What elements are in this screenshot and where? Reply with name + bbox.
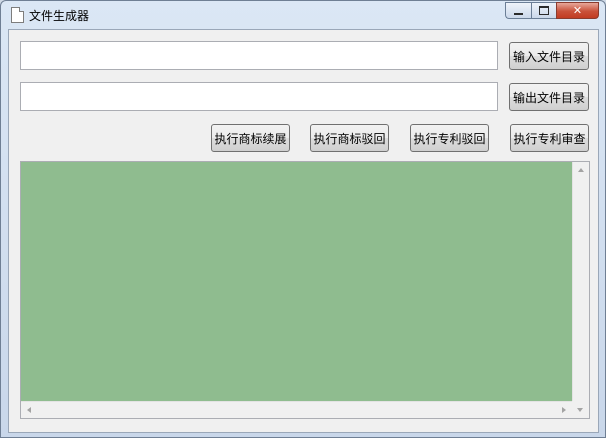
scroll-left-icon[interactable] [27, 407, 31, 413]
output-text-area[interactable] [20, 161, 590, 419]
document-icon [11, 7, 24, 23]
horizontal-scrollbar[interactable] [21, 401, 572, 418]
input-dir-field[interactable] [20, 41, 498, 70]
patent-review-button[interactable]: 执行专利审查 [510, 124, 589, 152]
scroll-right-icon[interactable] [562, 407, 566, 413]
close-button[interactable]: ✕ [556, 2, 599, 19]
app-window: 文件生成器 ✕ 输入文件目录 输出文件目录 执行商标续展 执行商标驳回 执行专利… [0, 0, 606, 438]
trademark-renewal-button[interactable]: 执行商标续展 [211, 124, 290, 152]
scroll-up-icon[interactable] [578, 168, 584, 172]
scrollbar-corner [572, 401, 589, 418]
trademark-rejection-button[interactable]: 执行商标驳回 [310, 124, 389, 152]
close-icon: ✕ [572, 4, 583, 17]
maximize-icon [539, 6, 549, 15]
input-dir-button[interactable]: 输入文件目录 [509, 42, 589, 70]
maximize-button[interactable] [531, 2, 556, 19]
window-controls: ✕ [505, 2, 599, 20]
vertical-scrollbar[interactable] [572, 162, 589, 402]
title-bar[interactable]: 文件生成器 ✕ [1, 1, 605, 29]
minimize-icon [514, 12, 523, 15]
scroll-down-icon[interactable] [577, 408, 583, 412]
client-area: 输入文件目录 输出文件目录 执行商标续展 执行商标驳回 执行专利驳回 执行专利审… [8, 29, 599, 433]
window-title: 文件生成器 [29, 9, 90, 23]
output-dir-button[interactable]: 输出文件目录 [509, 83, 589, 111]
output-dir-field[interactable] [20, 82, 498, 111]
patent-rejection-button[interactable]: 执行专利驳回 [410, 124, 489, 152]
minimize-button[interactable] [505, 2, 531, 19]
